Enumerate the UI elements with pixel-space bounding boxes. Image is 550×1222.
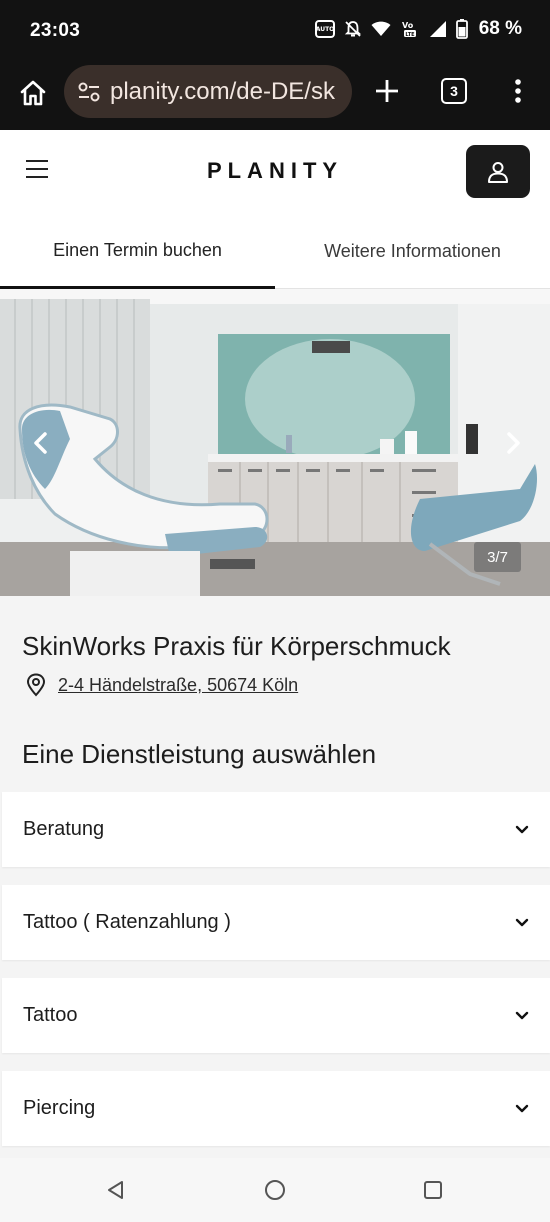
back-triangle-icon [108, 1181, 123, 1199]
battery-icon [455, 19, 468, 39]
service-item-beratung[interactable]: Beratung [2, 792, 550, 867]
chevron-right-icon [507, 432, 520, 454]
nav-recents-button[interactable] [421, 1178, 445, 1202]
account-button[interactable] [466, 145, 530, 198]
salon-address-link[interactable]: 2-4 Händelstraße, 50674 Köln [58, 675, 298, 696]
carousel-counter: 3/7 [474, 542, 521, 572]
carousel-prev-button[interactable] [26, 428, 56, 458]
location-pin-icon [26, 673, 46, 697]
system-nav-bar [0, 1158, 550, 1222]
tab-book-appointment[interactable]: Einen Termin buchen [0, 214, 275, 289]
salon-photo-carousel[interactable]: 3/7 [0, 289, 550, 596]
services-section-title: Eine Dienstleistung auswählen [22, 739, 377, 769]
salon-photo [0, 289, 550, 596]
nav-back-button[interactable] [104, 1178, 128, 1202]
tab-count: 3 [450, 83, 458, 99]
service-item-tattoo[interactable]: Tattoo [2, 978, 550, 1053]
svg-text:LTE: LTE [405, 32, 415, 38]
chevron-down-icon [514, 1008, 530, 1024]
chevron-down-icon [514, 915, 530, 931]
wifi-icon [371, 21, 391, 37]
bell-off-icon [344, 20, 362, 38]
carousel-next-button[interactable] [498, 428, 528, 458]
plus-icon [376, 80, 398, 102]
volte-icon: Vo LTE [400, 19, 420, 39]
svg-text:AUTO: AUTO [315, 26, 334, 33]
battery-percent: 68 % [478, 18, 522, 39]
site-header: PLANITY [0, 130, 550, 214]
service-item-piercing[interactable]: Piercing [2, 1071, 550, 1146]
signal-icon [429, 20, 447, 38]
home-circle-icon [265, 1180, 285, 1200]
more-vert-icon [515, 79, 521, 103]
service-label: Piercing [23, 1097, 96, 1119]
browser-toolbar: planity.com/de-DE/sk 3 [0, 62, 550, 130]
user-icon [488, 161, 508, 183]
tab-more-information[interactable]: Weitere Informationen [275, 214, 550, 289]
nav-home-button[interactable] [263, 1178, 287, 1202]
tab-switcher-button[interactable]: 3 [441, 78, 467, 104]
service-label: Tattoo [23, 1004, 78, 1026]
home-icon [20, 80, 46, 106]
status-time: 23:03 [30, 20, 81, 41]
booking-tabs: Einen Termin buchen Weitere Informatione… [0, 214, 550, 289]
salon-name: SkinWorks Praxis für Körperschmuck [22, 631, 451, 661]
service-item-tattoo-ratenzahlung[interactable]: Tattoo ( Ratenzahlung ) [2, 885, 550, 960]
new-tab-button[interactable] [372, 76, 402, 106]
site-settings-button[interactable] [76, 79, 102, 105]
chevron-down-icon [514, 1101, 530, 1117]
status-bar: 23:03 AUTO Vo LTE 68 % [0, 0, 550, 62]
chevron-down-icon [514, 822, 530, 838]
browser-menu-button[interactable] [508, 76, 528, 106]
url-bar[interactable]: planity.com/de-DE/sk [64, 65, 352, 118]
svg-text:Vo: Vo [402, 21, 414, 30]
home-button[interactable] [16, 76, 50, 110]
service-label: Beratung [23, 818, 105, 840]
url-text[interactable]: planity.com/de-DE/sk [110, 78, 335, 106]
chevron-left-icon [34, 432, 47, 454]
tune-icon [78, 82, 100, 101]
status-icons: AUTO Vo LTE 68 % [314, 18, 522, 40]
salon-address[interactable]: 2-4 Händelstraße, 50674 Köln [26, 673, 298, 697]
auto-brightness-icon: AUTO [314, 20, 335, 38]
service-label: Tattoo ( Ratenzahlung ) [23, 911, 231, 933]
recents-square-icon [424, 1181, 442, 1199]
